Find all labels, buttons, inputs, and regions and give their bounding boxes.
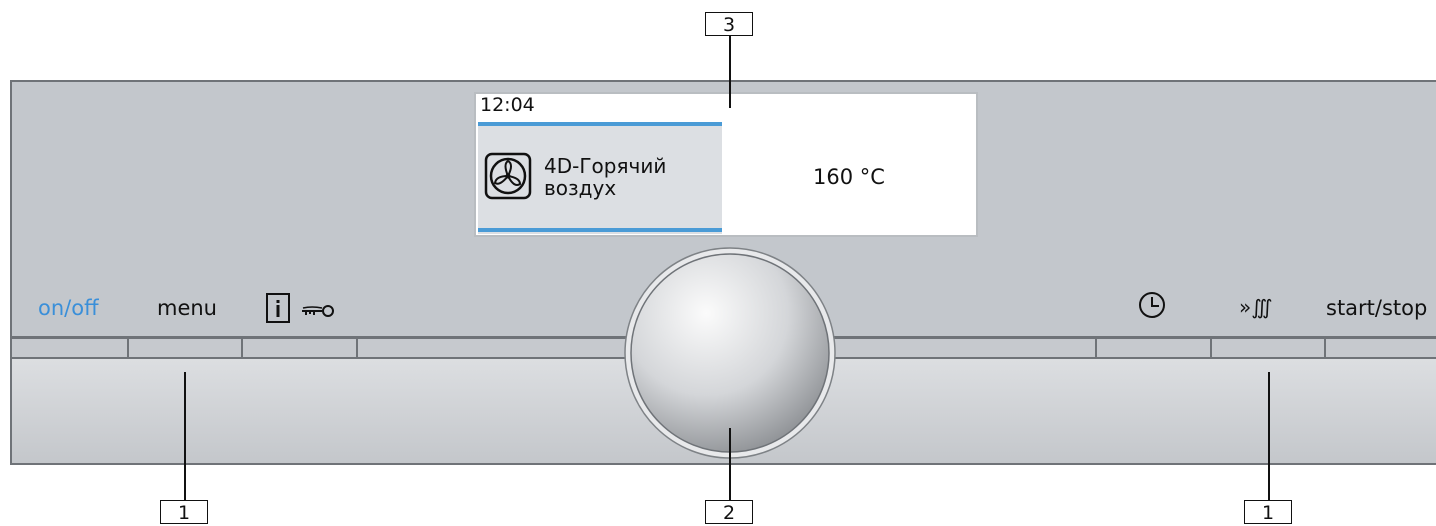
button-divider bbox=[1324, 339, 1326, 357]
timer-button[interactable] bbox=[1138, 291, 1168, 325]
rapid-heat-button[interactable]: »∭ bbox=[1239, 295, 1272, 319]
button-divider bbox=[1095, 339, 1097, 357]
button-divider bbox=[241, 339, 243, 357]
on-off-button[interactable]: on/off bbox=[38, 296, 99, 320]
button-divider bbox=[1210, 339, 1212, 357]
callout-buttons-right: 1 bbox=[1244, 500, 1292, 524]
callout-leader bbox=[184, 372, 186, 510]
mode-line-2: воздух bbox=[544, 176, 617, 200]
callout-leader bbox=[1268, 372, 1270, 510]
button-divider bbox=[127, 339, 129, 357]
key-icon bbox=[302, 305, 334, 317]
callout-display: 3 bbox=[705, 12, 753, 36]
selection-bar-bottom bbox=[478, 228, 722, 232]
start-stop-button[interactable]: start/stop bbox=[1326, 296, 1427, 320]
clock-readout: 12:04 bbox=[480, 94, 535, 116]
fan-icon bbox=[484, 152, 534, 206]
button-divider bbox=[356, 339, 358, 357]
heating-mode-name: 4D-Горячий воздух bbox=[544, 155, 724, 199]
mode-line-1: 4D-Горячий bbox=[544, 154, 667, 178]
clock-icon bbox=[1139, 292, 1165, 318]
selection-bar-top bbox=[478, 122, 722, 126]
temperature-value[interactable]: 160 °C bbox=[724, 165, 974, 189]
callout-buttons-left: 1 bbox=[160, 500, 208, 524]
callout-leader bbox=[729, 428, 731, 510]
info-key-button[interactable] bbox=[266, 293, 346, 327]
menu-button[interactable]: menu bbox=[157, 296, 217, 320]
callout-selector: 2 bbox=[705, 500, 753, 524]
callout-leader bbox=[729, 36, 731, 108]
